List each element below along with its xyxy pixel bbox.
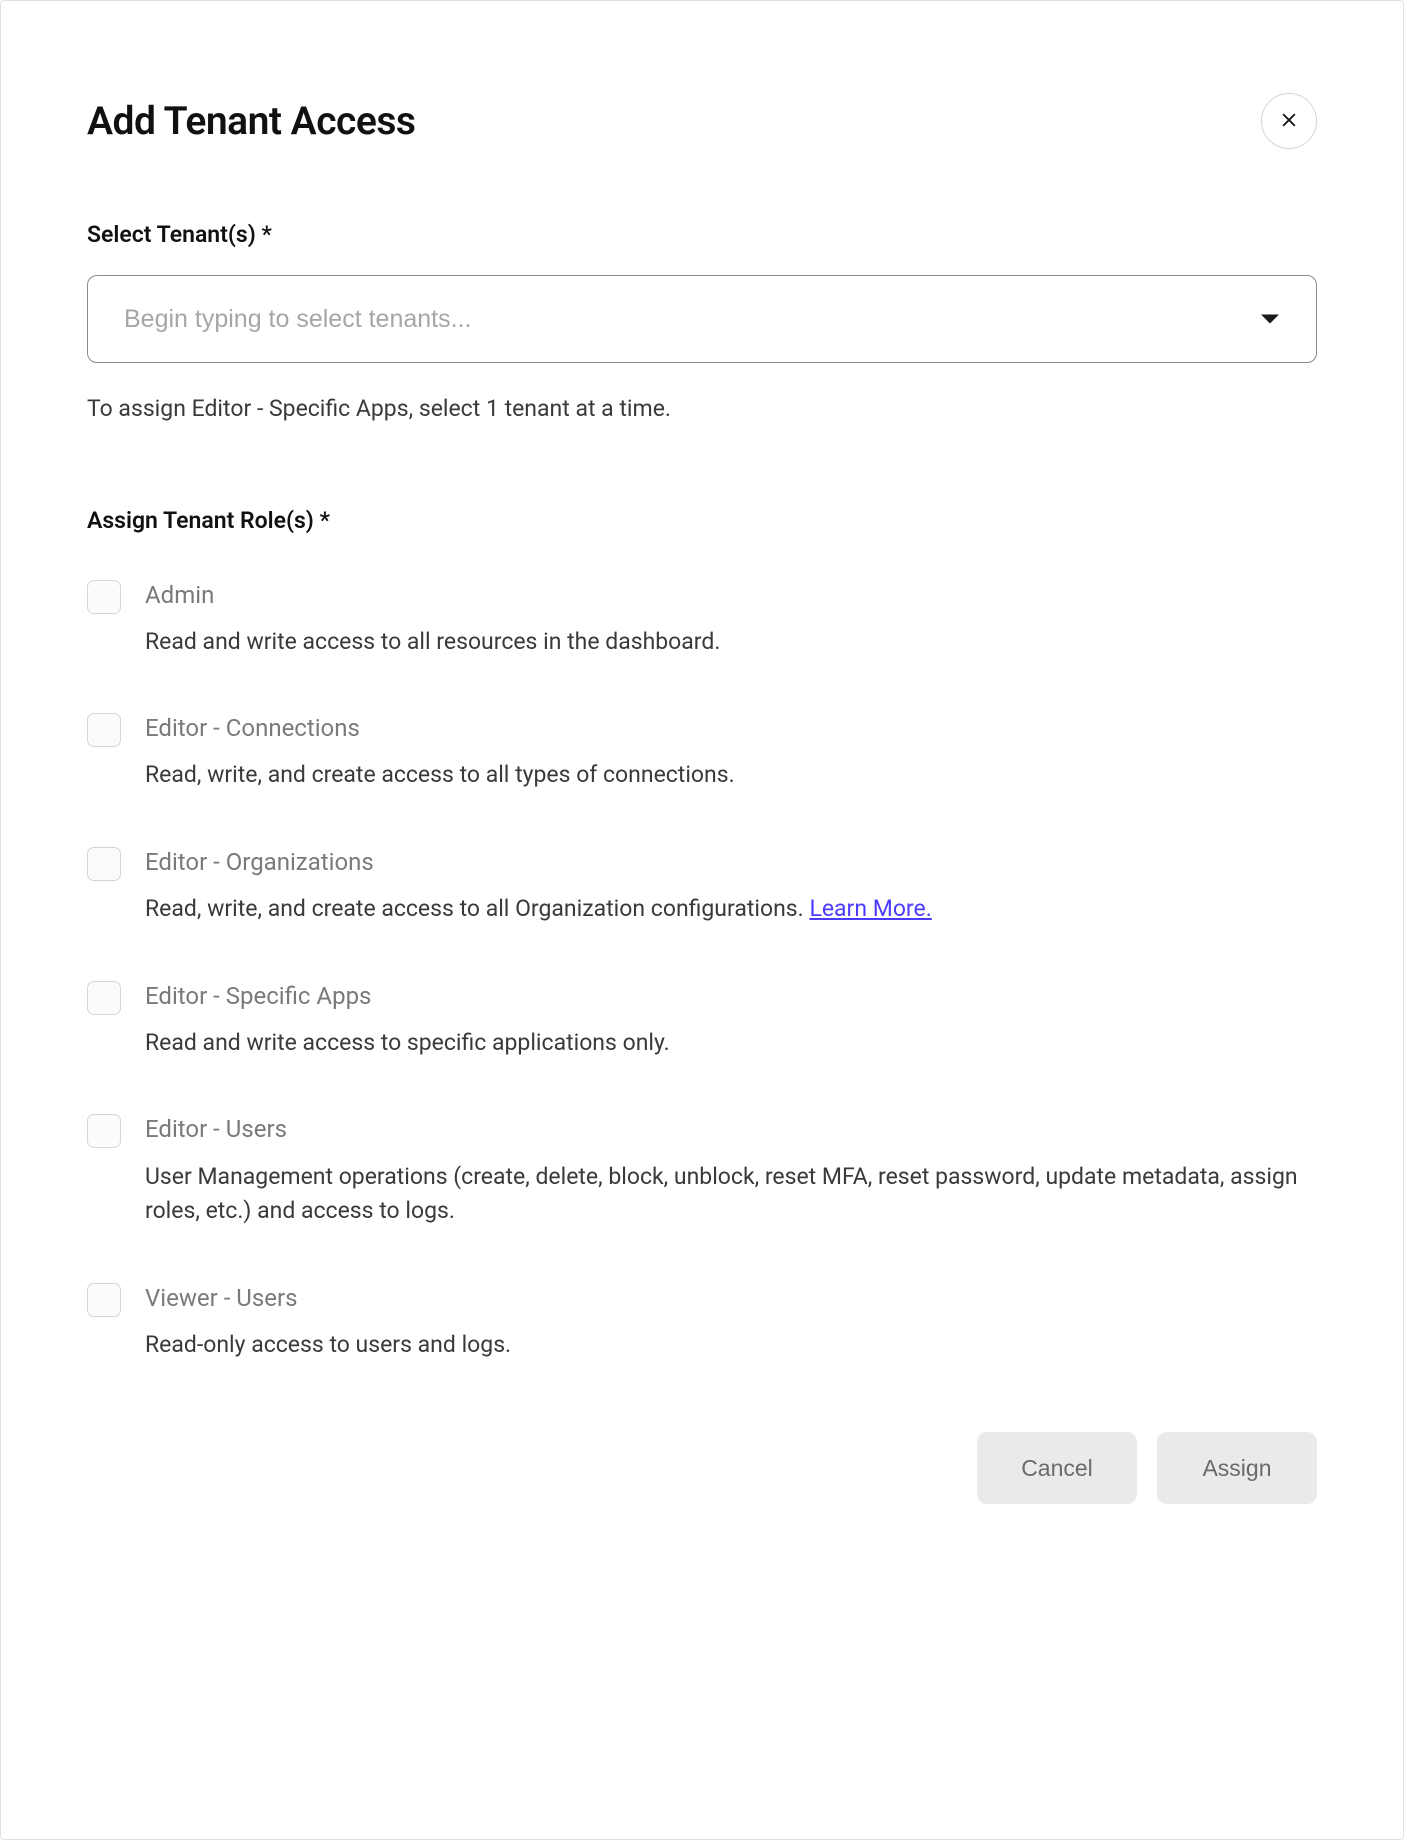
role-item: Editor - Connections Read, write, and cre… — [87, 713, 1317, 793]
role-description-text: Read, write, and create access to all Or… — [145, 895, 804, 922]
role-description-text: Read, write, and create access to all ty… — [145, 761, 735, 788]
role-name: Editor - Specific Apps — [145, 981, 1317, 1012]
assign-button[interactable]: Assign — [1157, 1432, 1317, 1504]
role-checkbox[interactable] — [87, 847, 121, 881]
role-description: Read, write, and create access to all ty… — [145, 758, 1317, 793]
role-name: Admin — [145, 580, 1317, 611]
tenant-select[interactable] — [87, 275, 1317, 363]
role-description-text: Read and write access to specific applic… — [145, 1029, 670, 1056]
modal-header: Add Tenant Access — [87, 93, 1317, 149]
role-description: Read, write, and create access to all Or… — [145, 892, 1317, 927]
cancel-button[interactable]: Cancel — [977, 1432, 1137, 1504]
role-text: Admin Read and write access to all resour… — [145, 580, 1317, 660]
role-name: Editor - Users — [145, 1114, 1317, 1145]
role-description: Read and write access to specific applic… — [145, 1026, 1317, 1061]
role-name: Editor - Connections — [145, 713, 1317, 744]
role-text: Editor - Specific Apps Read and write acc… — [145, 981, 1317, 1061]
role-checkbox[interactable] — [87, 713, 121, 747]
role-item: Viewer - Users Read-only access to users … — [87, 1283, 1317, 1363]
learn-more-link[interactable]: Learn More. — [809, 895, 931, 922]
role-description: Read and write access to all resources i… — [145, 625, 1317, 660]
role-description: Read-only access to users and logs. — [145, 1328, 1317, 1363]
role-text: Editor - Connections Read, write, and cre… — [145, 713, 1317, 793]
role-item: Editor - Users User Management operations… — [87, 1114, 1317, 1228]
role-description: User Management operations (create, dele… — [145, 1160, 1317, 1229]
add-tenant-access-modal: Add Tenant Access Select Tenant(s) * To … — [0, 0, 1404, 1840]
role-item: Admin Read and write access to all resour… — [87, 580, 1317, 660]
role-item: Editor - Organizations Read, write, and c… — [87, 847, 1317, 927]
close-button[interactable] — [1261, 93, 1317, 149]
role-checkbox[interactable] — [87, 1114, 121, 1148]
role-text: Editor - Users User Management operations… — [145, 1114, 1317, 1228]
role-name: Viewer - Users — [145, 1283, 1317, 1314]
role-description-text: Read-only access to users and logs. — [145, 1331, 511, 1358]
modal-title: Add Tenant Access — [87, 94, 415, 149]
modal-footer: Cancel Assign — [87, 1432, 1317, 1504]
role-text: Editor - Organizations Read, write, and c… — [145, 847, 1317, 927]
role-checkbox[interactable] — [87, 1283, 121, 1317]
tenant-helper-text: To assign Editor - Specific Apps, select… — [87, 393, 1317, 425]
close-icon — [1279, 110, 1299, 133]
role-checkbox[interactable] — [87, 580, 121, 614]
role-name: Editor - Organizations — [145, 847, 1317, 878]
select-tenant-label: Select Tenant(s) * — [87, 219, 1317, 251]
role-description-text: Read and write access to all resources i… — [145, 628, 720, 655]
roles-list: Admin Read and write access to all resour… — [87, 580, 1317, 1363]
assign-roles-label: Assign Tenant Role(s) * — [87, 505, 1317, 537]
role-checkbox[interactable] — [87, 981, 121, 1015]
role-item: Editor - Specific Apps Read and write acc… — [87, 981, 1317, 1061]
role-description-text: User Management operations (create, dele… — [145, 1163, 1298, 1225]
role-text: Viewer - Users Read-only access to users … — [145, 1283, 1317, 1363]
tenant-select-input[interactable] — [87, 275, 1317, 363]
